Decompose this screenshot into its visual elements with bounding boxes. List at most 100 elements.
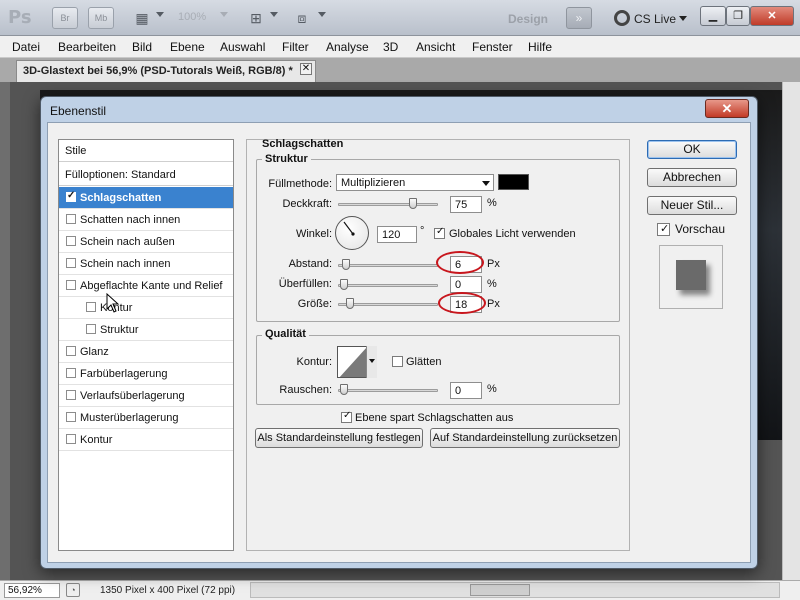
opacity-slider-track[interactable] <box>338 203 438 206</box>
opacity-input[interactable]: 75 <box>450 196 482 213</box>
style-item-schein-nach-aussen[interactable]: Schein nach außen <box>59 231 233 253</box>
style-list-header[interactable]: Stile <box>59 140 233 162</box>
make-default-button[interactable]: Als Standardeinstellung festlegen <box>255 428 423 448</box>
menu-ebene[interactable]: Ebene <box>170 40 205 54</box>
check-icon: ✓ <box>343 410 352 421</box>
ok-button[interactable]: OK <box>647 140 737 159</box>
contour-linear-icon <box>339 347 367 377</box>
menu-auswahl[interactable]: Auswahl <box>220 40 265 54</box>
quality-legend: Qualität <box>262 328 309 340</box>
noise-input[interactable]: 0 <box>450 382 482 399</box>
distance-slider-track[interactable] <box>338 264 438 267</box>
angle-label: Winkel: <box>295 228 332 240</box>
knockout-checkbox[interactable]: ✓ <box>341 410 352 423</box>
blend-options-item[interactable]: Fülloptionen: Standard <box>59 164 233 186</box>
style-item-glanz[interactable]: Glanz <box>59 341 233 363</box>
minimize-window-button[interactable]: ▁ <box>700 6 726 26</box>
angle-dial[interactable] <box>335 216 369 250</box>
document-tab[interactable]: 3D-Glastext bei 56,9% (PSD-Tutorals Weiß… <box>16 60 316 82</box>
style-checkbox[interactable] <box>86 324 96 334</box>
close-document-icon[interactable]: ✕ <box>300 63 312 75</box>
preview-checkbox[interactable]: ✓ <box>657 223 670 236</box>
workspace-label[interactable]: Design <box>508 12 548 26</box>
style-item-schlagschatten[interactable]: Schlagschatten <box>59 187 233 209</box>
menu-3d[interactable]: 3D <box>383 40 398 54</box>
antialias-checkbox[interactable] <box>392 356 403 367</box>
cancel-button[interactable]: Abbrechen <box>647 168 737 187</box>
style-item-verlaufsueberlagerung[interactable]: Verlaufsüberlagerung <box>59 385 233 407</box>
spread-slider-track[interactable] <box>338 284 438 287</box>
style-checkbox[interactable] <box>66 236 76 246</box>
style-checkbox[interactable] <box>86 302 96 312</box>
menu-fenster[interactable]: Fenster <box>472 40 513 54</box>
opacity-slider-thumb[interactable] <box>409 198 417 209</box>
antialias-label: Glätten <box>406 356 442 368</box>
style-checkbox[interactable] <box>66 214 76 224</box>
menu-bild[interactable]: Bild <box>132 40 152 54</box>
style-checkbox[interactable] <box>66 368 76 378</box>
view-extras-dropdown-icon[interactable] <box>156 12 164 17</box>
close-window-button[interactable]: ✕ <box>750 6 794 26</box>
status-info-icon[interactable]: ◔ <box>66 583 80 597</box>
noise-slider-thumb[interactable] <box>340 384 348 395</box>
global-light-checkbox[interactable]: ✓ <box>434 226 445 239</box>
contour-label: Kontur: <box>296 356 332 368</box>
horizontal-scrollbar-thumb[interactable] <box>470 584 530 596</box>
style-item-schein-nach-innen[interactable]: Schein nach innen <box>59 253 233 275</box>
menu-ansicht[interactable]: Ansicht <box>416 40 455 54</box>
reset-default-button[interactable]: Auf Standardeinstellung zurücksetzen <box>430 428 620 448</box>
zoom-status-field[interactable]: 56,92% <box>4 583 60 598</box>
dialog-close-button[interactable]: ✕ <box>705 99 749 118</box>
menu-bearbeiten[interactable]: Bearbeiten <box>58 40 116 54</box>
view-extras-icon[interactable]: ▦ <box>132 9 152 27</box>
style-item-farbueberlagerung[interactable]: Farbüberlagerung <box>59 363 233 385</box>
zoom-dropdown-icon[interactable] <box>220 12 228 17</box>
mouse-cursor-icon <box>106 293 120 313</box>
menu-filter[interactable]: Filter <box>282 40 309 54</box>
knockout-label: Ebene spart Schlagschatten aus <box>355 412 514 424</box>
spread-input[interactable]: 0 <box>450 276 482 293</box>
menu-datei[interactable]: Datei <box>12 40 40 54</box>
arrange-dropdown-icon[interactable] <box>270 12 278 17</box>
menu-hilfe[interactable]: Hilfe <box>528 40 552 54</box>
style-item-kontur-sub[interactable]: Kontur <box>59 297 233 319</box>
style-item-musterueberlagerung[interactable]: Musterüberlagerung <box>59 407 233 429</box>
style-item-label: Farbüberlagerung <box>80 368 168 380</box>
noise-slider-track[interactable] <box>338 389 438 392</box>
highlight-ring <box>438 292 486 314</box>
screen-mode-icon[interactable]: ⧈ <box>292 9 312 27</box>
style-checkbox[interactable] <box>66 390 76 400</box>
style-item-abgeflachte-kante[interactable]: Abgeflachte Kante und Relief <box>59 275 233 297</box>
screen-mode-dropdown-icon[interactable] <box>318 12 326 17</box>
style-checkbox[interactable] <box>66 190 76 202</box>
cs-live-icon[interactable] <box>614 10 630 26</box>
style-item-kontur[interactable]: Kontur <box>59 429 233 451</box>
new-style-button[interactable]: Neuer Stil... <box>647 196 737 215</box>
chevron-down-icon[interactable] <box>482 181 490 186</box>
distance-slider-thumb[interactable] <box>341 259 350 270</box>
restore-window-button[interactable]: ❐ <box>726 6 750 26</box>
cs-live-menu[interactable]: CS Live <box>634 12 676 26</box>
style-checkbox[interactable] <box>66 412 76 422</box>
workspace-more-button[interactable]: » <box>566 7 592 29</box>
angle-input[interactable]: 120 <box>377 226 417 243</box>
cs-live-dropdown-icon[interactable] <box>679 16 687 21</box>
style-checkbox[interactable] <box>66 280 76 290</box>
size-slider-thumb[interactable] <box>346 298 355 309</box>
shadow-color-swatch[interactable] <box>498 174 529 190</box>
spread-slider-thumb[interactable] <box>340 279 348 290</box>
bridge-button[interactable]: Br <box>52 7 78 29</box>
arrange-documents-icon[interactable]: ⊞ <box>246 9 266 27</box>
style-checkbox[interactable] <box>66 434 76 444</box>
spread-unit: % <box>487 278 497 290</box>
mini-bridge-button[interactable]: Mb <box>88 7 114 29</box>
style-item-schatten-nach-innen[interactable]: Schatten nach innen <box>59 209 233 231</box>
style-checkbox[interactable] <box>66 346 76 356</box>
vertical-scrollbar[interactable] <box>782 82 800 580</box>
blend-mode-select[interactable]: Multiplizieren <box>336 174 494 191</box>
style-checkbox[interactable] <box>66 258 76 268</box>
style-item-struktur[interactable]: Struktur <box>59 319 233 341</box>
zoom-level-field[interactable]: 100% <box>178 11 206 23</box>
menu-analyse[interactable]: Analyse <box>326 40 369 54</box>
chevron-down-icon[interactable] <box>369 359 375 363</box>
